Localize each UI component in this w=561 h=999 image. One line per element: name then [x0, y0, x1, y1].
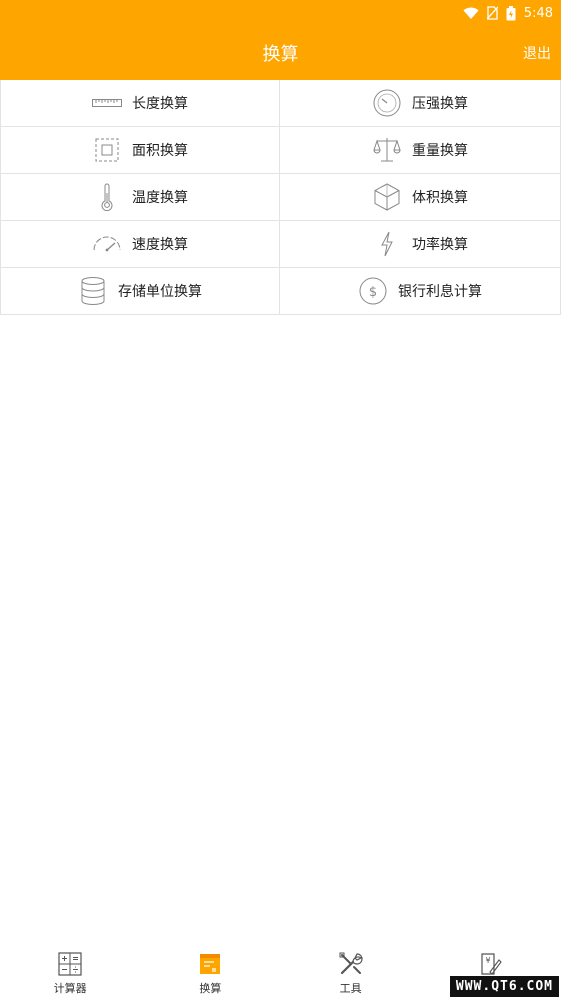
lightning-icon [372, 229, 402, 259]
power-conversion-item[interactable]: 功率换算 [280, 221, 561, 268]
page-title: 换算 [262, 44, 299, 65]
conversion-grid: 长度换算 压强换算 面积换算 重量换算 温度换算 体积换算 速度换算 功率换算 … [0, 80, 561, 315]
volume-conversion-item[interactable]: 体积换算 [280, 174, 561, 221]
app-header: 5:48 换算 退出 [0, 0, 561, 80]
weight-conversion-item[interactable]: 重量换算 [280, 127, 561, 174]
item-label: 压强换算 [412, 96, 468, 112]
site-watermark: WWW.QT6.COM [449, 976, 559, 997]
svg-text:$: $ [369, 285, 377, 300]
gauge-icon [372, 88, 402, 118]
status-bar: 5:48 [463, 4, 553, 22]
calculator-icon [57, 951, 83, 977]
item-label: 存储单位换算 [118, 284, 202, 300]
item-label: 银行利息计算 [398, 284, 482, 300]
tab-label: 换算 [199, 982, 222, 995]
convert-icon [197, 951, 223, 977]
item-label: 长度换算 [132, 96, 188, 112]
tab-tools[interactable]: 工具 [281, 943, 421, 999]
pressure-conversion-item[interactable]: 压强换算 [280, 80, 561, 127]
wifi-icon [463, 7, 479, 20]
area-conversion-item[interactable]: 面积换算 [0, 127, 280, 174]
scale-icon [372, 135, 402, 165]
ruler-icon [92, 88, 122, 118]
bank-interest-item[interactable]: $ 银行利息计算 [280, 268, 561, 315]
yen-note-icon: ¥ [478, 951, 504, 977]
speedometer-icon [92, 229, 122, 259]
temperature-conversion-item[interactable]: 温度换算 [0, 174, 280, 221]
length-conversion-item[interactable]: 长度换算 [0, 80, 280, 127]
tab-convert[interactable]: 换算 [140, 943, 280, 999]
item-label: 重量换算 [412, 143, 468, 159]
battery-charging-icon [506, 5, 516, 21]
database-icon [78, 276, 108, 306]
item-label: 体积换算 [412, 190, 468, 206]
item-label: 温度换算 [132, 190, 188, 206]
tools-icon [338, 951, 364, 977]
tab-label: 工具 [339, 982, 362, 995]
no-sim-icon [486, 6, 498, 20]
area-icon [92, 135, 122, 165]
thermometer-icon [92, 182, 122, 212]
item-label: 面积换算 [132, 143, 188, 159]
speed-conversion-item[interactable]: 速度换算 [0, 221, 280, 268]
svg-text:¥: ¥ [485, 956, 490, 965]
item-label: 速度换算 [132, 237, 188, 253]
status-time: 5:48 [523, 5, 553, 21]
tab-label: 计算器 [53, 982, 87, 995]
exit-button[interactable]: 退出 [523, 43, 551, 63]
dollar-coin-icon: $ [358, 276, 388, 306]
storage-conversion-item[interactable]: 存储单位换算 [0, 268, 280, 315]
cube-icon [372, 182, 402, 212]
tab-calculator[interactable]: 计算器 [0, 943, 140, 999]
item-label: 功率换算 [412, 237, 468, 253]
